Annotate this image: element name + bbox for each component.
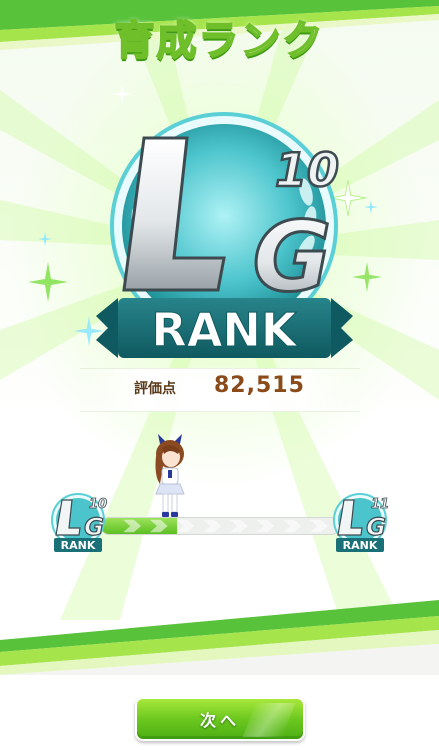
rank-badge-current: LG G 10 RANK <box>51 493 107 552</box>
rank-level-next: 11 <box>371 497 389 512</box>
score-value: 82,515 <box>214 373 305 398</box>
rank-badge-next: G 11 RANK <box>333 493 389 552</box>
rank-label-next: RANK <box>343 539 378 552</box>
score-label: 評価点 <box>134 381 176 397</box>
rank-progress-bar <box>100 517 340 535</box>
sparkle-icon <box>38 232 52 246</box>
rank-result-screen: 育成ランク G 10 RANK 評価点 82,515 G 10 RANK G 1… <box>0 0 439 750</box>
character-avatar <box>155 434 185 517</box>
rank-level-large: 10 <box>275 143 339 197</box>
bottom-stripes <box>0 600 439 675</box>
rank-label-current: RANK <box>61 539 96 552</box>
next-button[interactable]: 次へ <box>135 697 305 741</box>
svg-text:G: G <box>253 201 332 313</box>
next-button-label: 次へ <box>199 711 240 730</box>
rank-level-current: 10 <box>89 497 107 512</box>
svg-text:G: G <box>366 513 386 541</box>
screen-title: 育成ランク <box>114 17 325 65</box>
rank-badge-large: G 10 RANK <box>96 112 353 358</box>
rank-label-large: RANK <box>151 303 299 357</box>
button-highlight <box>242 703 296 737</box>
sparkle-icon <box>112 84 132 104</box>
progress-chevrons <box>123 519 328 533</box>
sparkle-icon <box>28 262 68 302</box>
svg-text:G: G <box>84 513 104 541</box>
